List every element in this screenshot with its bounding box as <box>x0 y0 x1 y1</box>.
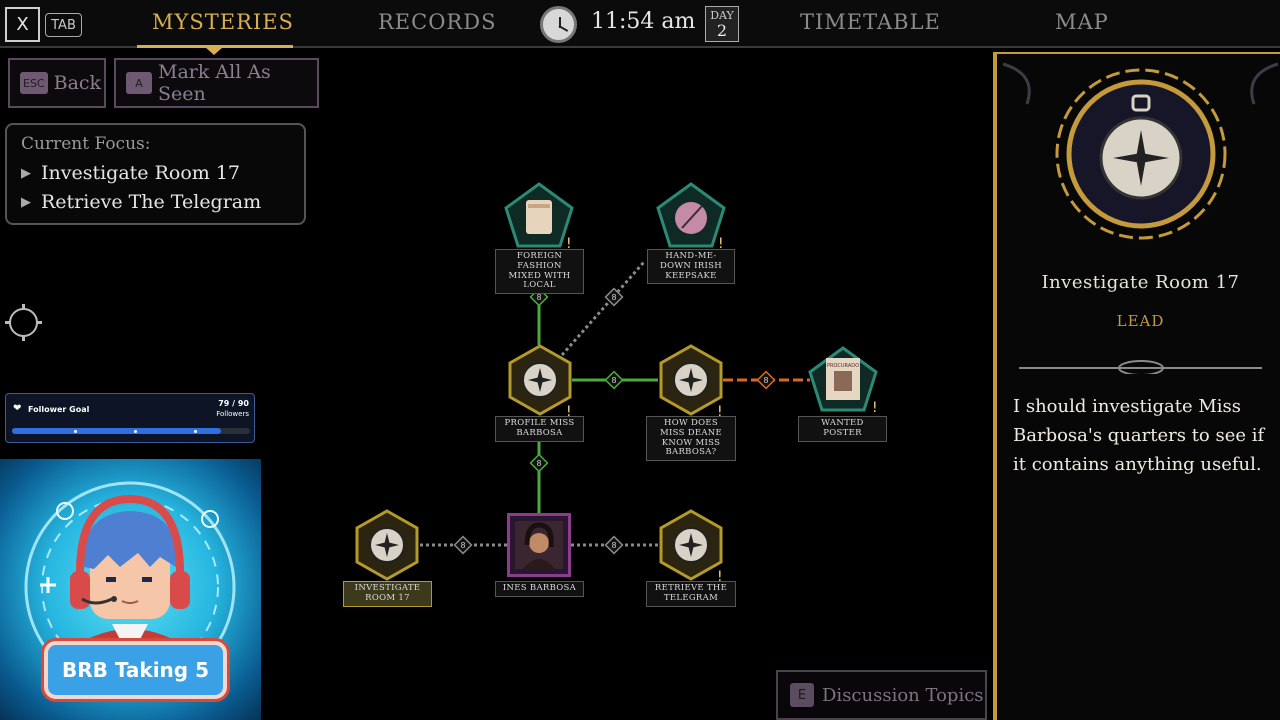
svg-text:8: 8 <box>611 376 616 385</box>
deane-barbosa-lead-node[interactable]: ! <box>657 344 725 416</box>
svg-text:!: ! <box>717 404 723 416</box>
profile-barbosa-lead-node[interactable]: ! <box>506 344 574 416</box>
svg-text:8: 8 <box>611 541 616 550</box>
irish-keepsake-record-node[interactable]: ! <box>656 182 726 248</box>
detail-description: I should investigate Miss Barbosa's quar… <box>1013 396 1265 475</box>
investigate-room-17-lead-node[interactable] <box>353 509 421 581</box>
profile-barbosa-label[interactable]: Profile Miss Barbosa <box>495 416 584 442</box>
link-diamond-icon[interactable]: 8 <box>604 535 624 555</box>
detail-type: LEAD <box>1116 312 1165 330</box>
discussion-topics-button[interactable]: E Discussion Topics <box>776 670 987 720</box>
detail-panel: Investigate Room 17 LEAD I should invest… <box>993 52 1280 720</box>
investigate-room-17-label[interactable]: Investigate Room 17 <box>343 581 432 607</box>
link-diamond-icon[interactable]: 8 <box>604 370 624 390</box>
retrieve-telegram-label[interactable]: Retrieve The Telegram <box>646 581 736 607</box>
link-diamond-icon[interactable]: 8 <box>756 370 776 390</box>
foreign-fashion-label[interactable]: Foreign Fashion Mixed With Local <box>495 249 584 295</box>
irish-keepsake-label[interactable]: Hand-Me-Down Irish Keepsake <box>647 249 735 285</box>
svg-text:8: 8 <box>763 376 768 385</box>
link-diamond-icon[interactable]: 8 <box>529 453 549 473</box>
e-key: E <box>790 683 814 707</box>
deane-barbosa-label[interactable]: How Does Miss Deane Know Miss Barbosa? <box>646 416 736 462</box>
wanted-poster-label[interactable]: Wanted Poster <box>798 416 887 442</box>
svg-text:!: ! <box>566 404 572 416</box>
detail-title: Investigate Room 17 <box>1041 272 1240 293</box>
svg-text:!: ! <box>717 569 723 581</box>
discussion-label: Discussion Topics <box>822 684 984 706</box>
ines-barbosa-label[interactable]: Ines Barbosa <box>495 581 584 597</box>
svg-text:8: 8 <box>536 459 541 468</box>
foreign-fashion-record-node[interactable]: ! <box>504 182 574 248</box>
svg-text:!: ! <box>566 236 572 248</box>
svg-text:8: 8 <box>536 293 541 302</box>
link-diamond-icon[interactable]: 8 <box>453 535 473 555</box>
svg-text:!: ! <box>872 400 878 412</box>
ines-barbosa-person-node[interactable] <box>507 513 571 577</box>
svg-text:8: 8 <box>460 541 465 550</box>
svg-text:!: ! <box>718 236 724 248</box>
poster-heading: PROCURADO <box>827 363 859 369</box>
svg-text:8: 8 <box>611 293 616 302</box>
wanted-poster-record-node[interactable]: PROCURADO ! <box>808 346 878 412</box>
retrieve-telegram-lead-node[interactable]: ! <box>657 509 725 581</box>
